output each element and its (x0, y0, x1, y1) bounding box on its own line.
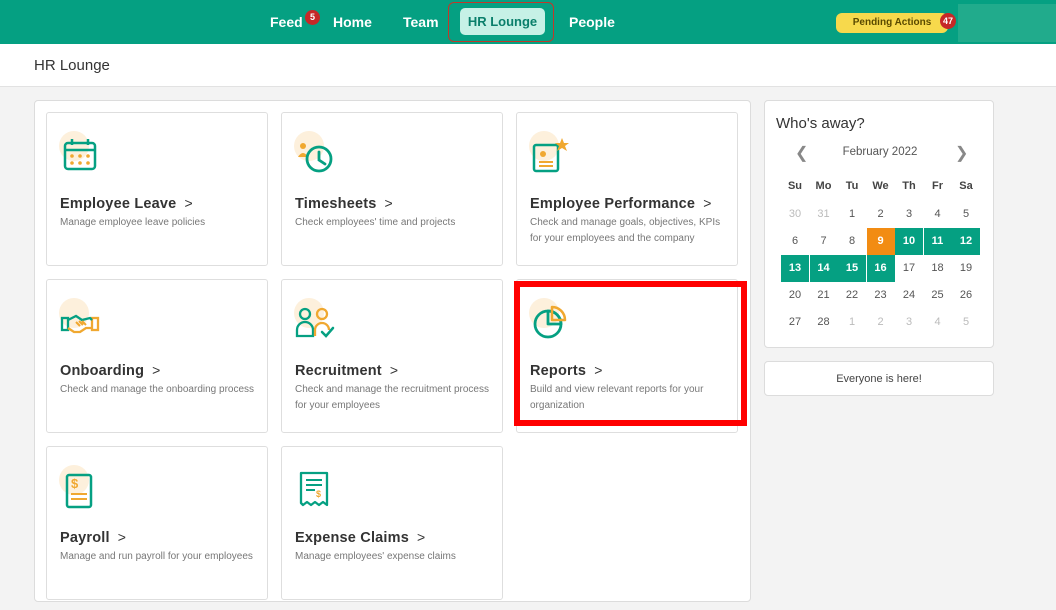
recruit-people-icon (295, 307, 335, 338)
calendar-day[interactable]: 3 (895, 201, 923, 228)
nav-item-home[interactable]: Home (333, 0, 372, 44)
calendar-day[interactable]: 15 (838, 255, 866, 282)
calendar-weekday-header: We (872, 180, 889, 192)
calendar-day[interactable]: 22 (838, 282, 866, 309)
whos-away-title: Who's away? (776, 115, 865, 132)
payroll-document-icon: $ (65, 473, 93, 509)
card-title: Payroll > (60, 529, 127, 546)
nav-item-people[interactable]: People (569, 0, 615, 44)
calendar-weekday-header: Fr (932, 180, 943, 192)
handshake-icon (60, 314, 100, 334)
card-title: Expense Claims > (295, 529, 426, 546)
card-employee-performance[interactable]: Employee Performance > Check and manage g… (516, 112, 738, 266)
calendar-day[interactable]: 9 (866, 228, 895, 255)
calendar-day[interactable]: 25 (924, 282, 952, 309)
calendar-day[interactable]: 30 (781, 201, 809, 228)
calendar-day[interactable]: 4 (924, 309, 952, 336)
top-navigation: Feed 5 Home Team HR Lounge People Pendin… (0, 0, 1056, 44)
card-title: Employee Leave > (60, 195, 193, 212)
performance-star-icon (532, 138, 569, 173)
chevron-right-icon: > (389, 362, 399, 378)
calendar-day[interactable]: 8 (838, 228, 866, 255)
svg-text:$: $ (316, 489, 321, 499)
chevron-right-icon: > (117, 529, 127, 545)
card-title: Employee Performance > (530, 195, 712, 212)
reports-highlight-box (514, 281, 747, 426)
feed-count-badge: 5 (305, 10, 320, 25)
calendar-weekday-header: Sa (959, 180, 973, 192)
chevron-right-icon: > (384, 195, 393, 211)
calendar-day[interactable]: 7 (810, 228, 838, 255)
calendar-icon (63, 139, 97, 171)
receipt-icon: $ (299, 471, 329, 507)
card-timesheets[interactable]: Timesheets > Check employees' time and pr… (281, 112, 503, 266)
calendar-day[interactable]: 18 (924, 255, 952, 282)
card-title: Onboarding > (60, 362, 161, 379)
user-profile-area[interactable] (958, 4, 1056, 42)
clock-icon (298, 143, 333, 173)
everyone-here-panel: Everyone is here! (764, 361, 994, 396)
calendar-day[interactable]: 17 (895, 255, 923, 282)
calendar-day[interactable]: 27 (781, 309, 809, 336)
calendar-day[interactable]: 26 (952, 282, 980, 309)
calendar-day[interactable]: 2 (867, 201, 895, 228)
calendar-day[interactable]: 2 (867, 309, 895, 336)
chevron-right-icon: > (152, 362, 161, 378)
card-description: Manage employee leave policies (60, 217, 206, 228)
calendar-day[interactable]: 19 (952, 255, 980, 282)
card-description: Check and manage goals, objectives, KPIs… (530, 217, 721, 244)
card-onboarding[interactable]: Onboarding > Check and manage the onboard… (46, 279, 268, 433)
calendar-day[interactable]: 14 (809, 255, 838, 282)
card-description: Check and manage the onboarding process (60, 384, 255, 395)
page-header: HR Lounge (0, 44, 1056, 87)
card-description: Manage and run payroll for your employee… (60, 551, 253, 562)
calendar-day[interactable]: 5 (952, 309, 980, 336)
nav-item-team[interactable]: Team (403, 0, 439, 44)
calendar-day[interactable]: 12 (952, 228, 980, 255)
card-recruitment[interactable]: Recruitment > Check and manage the recrui… (281, 279, 503, 433)
whos-away-panel: Who's away? ❮ February 2022 ❯ Su Mo Tu We Th… (764, 100, 994, 348)
card-employee-leave[interactable]: Employee Leave > Manage employee leave po… (46, 112, 268, 266)
calendar-day[interactable]: 13 (781, 255, 809, 282)
card-description: Check employees' time and projects (295, 217, 456, 228)
card-description: Manage employees' expense claims (295, 551, 456, 562)
chevron-right-icon: > (703, 195, 712, 211)
pending-actions-count-badge: 47 (940, 13, 956, 29)
calendar-weekday-header: Tu (845, 180, 859, 192)
calendar-day[interactable]: 1 (838, 309, 866, 336)
nav-item-feed[interactable]: Feed (270, 0, 303, 44)
calendar-day[interactable]: 31 (810, 201, 838, 228)
calendar-day[interactable]: 10 (895, 228, 923, 255)
calendar-day[interactable]: 24 (895, 282, 923, 309)
next-month-arrow-icon[interactable]: ❯ (955, 143, 968, 163)
chevron-right-icon: > (417, 529, 426, 545)
calendar-weekday-header: Su (787, 180, 803, 192)
chevron-right-icon: > (184, 195, 193, 211)
calendar-day[interactable]: 4 (924, 201, 952, 228)
calendar-day[interactable]: 5 (952, 201, 980, 228)
card-payroll[interactable]: $ Payroll > Manage and run payroll for yo… (46, 446, 268, 600)
card-title: Timesheets > (295, 195, 393, 212)
calendar-day[interactable]: 1 (838, 201, 866, 228)
nav-item-hr-lounge[interactable]: HR Lounge (460, 8, 545, 35)
card-title: Recruitment > (295, 362, 399, 379)
calendar-day[interactable]: 6 (781, 228, 809, 255)
calendar-day[interactable]: 16 (866, 255, 895, 282)
page-title: HR Lounge (34, 57, 110, 74)
card-expense-claims[interactable]: $ Expense Claims > Manage employees' expe… (281, 446, 503, 600)
calendar-day[interactable]: 3 (895, 309, 923, 336)
card-description: Check and manage the recruitment process… (295, 384, 489, 411)
calendar-weekday-header: Mo (815, 180, 832, 192)
everyone-here-text: Everyone is here! (836, 373, 922, 385)
pending-actions-button[interactable]: Pending Actions (836, 13, 948, 33)
calendar-day[interactable]: 11 (923, 228, 952, 255)
calendar-day[interactable]: 23 (867, 282, 895, 309)
calendar-weekday-header: Th (902, 180, 916, 192)
calendar-day[interactable]: 20 (781, 282, 809, 309)
svg-text:$: $ (71, 476, 79, 491)
calendar-day[interactable]: 21 (810, 282, 838, 309)
calendar-day[interactable]: 28 (810, 309, 838, 336)
